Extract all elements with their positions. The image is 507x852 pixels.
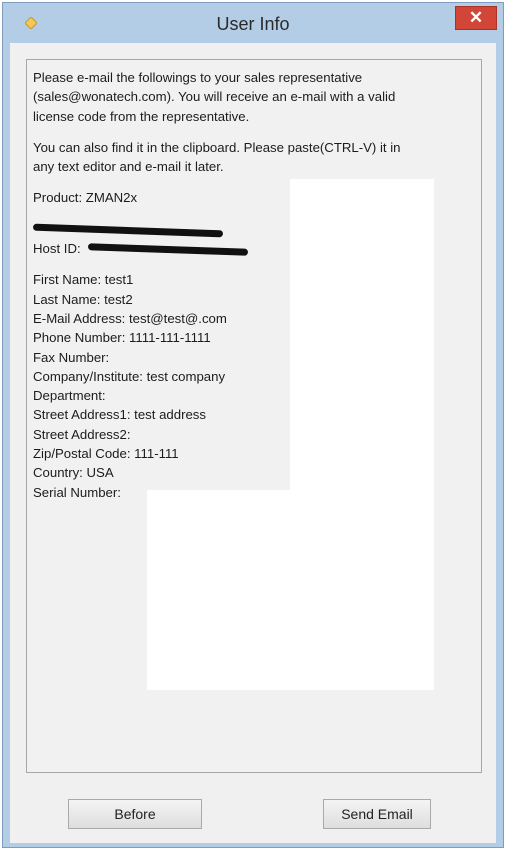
instructions-paragraph-1: Please e-mail the followings to your sal… (33, 68, 473, 126)
redaction-block (290, 179, 434, 491)
send-email-button[interactable]: Send Email (323, 799, 431, 829)
dialog-client-area: Please e-mail the followings to your sal… (10, 43, 496, 843)
user-info-window: User Info ✕ Please e-mail the followings… (2, 2, 504, 848)
host-id-label: Host ID: (33, 241, 81, 257)
close-button[interactable]: ✕ (455, 6, 497, 30)
instruction-line: You can also find it in the clipboard. P… (33, 139, 401, 155)
instruction-line: any text editor and e-mail it later. (33, 159, 224, 175)
instruction-line: Please e-mail the followings to your sal… (33, 70, 363, 85)
window-title: User Info (216, 14, 290, 34)
redaction-mark (88, 243, 249, 256)
instruction-line: (sales@wonatech.com). You will receive a… (33, 89, 396, 105)
before-button[interactable]: Before (68, 799, 202, 829)
title-bar[interactable]: User Info ✕ (3, 3, 503, 43)
info-text-box[interactable]: Please e-mail the followings to your sal… (26, 59, 482, 773)
redaction-mark (32, 223, 224, 238)
instructions-paragraph-2: You can also find it in the clipboard. P… (33, 138, 473, 177)
close-icon: ✕ (468, 8, 484, 27)
instruction-line: license code from the representative. (33, 108, 250, 124)
redaction-block (147, 490, 434, 690)
